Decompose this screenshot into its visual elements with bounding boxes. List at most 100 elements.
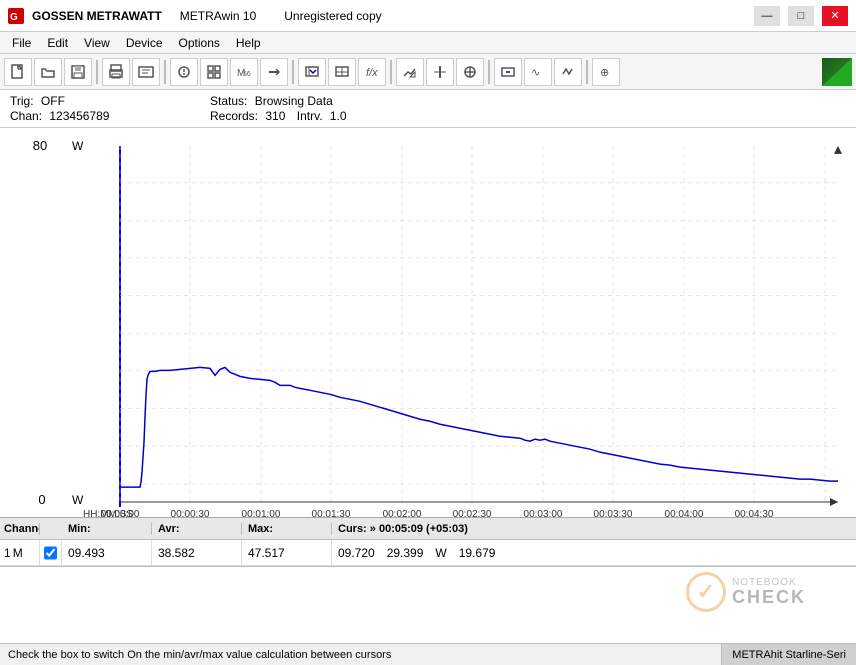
- toolbar-separator-1: [96, 60, 98, 84]
- svg-text:0: 0: [38, 492, 45, 507]
- tb-btn15[interactable]: [456, 58, 484, 86]
- tb-btn8[interactable]: M56: [230, 58, 258, 86]
- menu-view[interactable]: View: [76, 34, 118, 52]
- svg-text:00:00:30: 00:00:30: [171, 509, 210, 517]
- app-company: GOSSEN METRAWATT: [32, 9, 162, 23]
- trig-label: Trig:: [10, 94, 34, 108]
- svg-text:00:01:00: 00:01:00: [242, 509, 281, 517]
- row-checkbox[interactable]: [44, 546, 57, 560]
- cell-max: 47.517: [242, 540, 332, 565]
- curs1-value: 09.720: [338, 546, 375, 560]
- svg-text:00:02:00: 00:02:00: [383, 509, 422, 517]
- cell-avr: 38.582: [152, 540, 242, 565]
- tb-open[interactable]: [34, 58, 62, 86]
- svg-text:W: W: [72, 139, 84, 153]
- toolbar: M56 f/x ∿ ⊕: [0, 54, 856, 90]
- data-table-area: Channel: Min: Avr: Max: Curs: » 00:05:09…: [0, 518, 856, 567]
- svg-text:00:04:00: 00:04:00: [665, 509, 704, 517]
- title-bar: G GOSSEN METRAWATT METRAwin 10 Unregiste…: [0, 0, 856, 32]
- watermark: ✓ NOTEBOOK CHECK: [686, 572, 806, 612]
- cell-min: 09.493: [62, 540, 152, 565]
- svg-text:W: W: [72, 493, 84, 507]
- menu-device[interactable]: Device: [118, 34, 171, 52]
- svg-text:∿: ∿: [531, 67, 540, 79]
- watermark-brand: NOTEBOOK CHECK: [732, 577, 806, 608]
- toolbar-separator-3: [292, 60, 294, 84]
- col-header-channel: Channel:: [0, 523, 40, 535]
- status-row: Status: Browsing Data: [210, 94, 347, 108]
- svg-text:f/x: f/x: [366, 67, 378, 79]
- tb-btn7[interactable]: [200, 58, 228, 86]
- tb-print[interactable]: [102, 58, 130, 86]
- toolbar-separator-5: [488, 60, 490, 84]
- maximize-button[interactable]: □: [788, 6, 814, 26]
- trig-value: OFF: [41, 94, 65, 108]
- bottom-device-text: METRAhit Starline-Seri: [721, 644, 856, 665]
- watermark-area: ✓ NOTEBOOK CHECK: [0, 567, 856, 647]
- status-bar: Trig: OFF Chan: 123456789 Status: Browsi…: [0, 90, 856, 128]
- bottom-status-text: Check the box to switch On the min/avr/m…: [0, 649, 399, 661]
- intrv-value: 1.0: [330, 109, 347, 123]
- tb-btn14[interactable]: [426, 58, 454, 86]
- tb-btn19[interactable]: ⊕: [592, 58, 620, 86]
- logo-triangle: [822, 58, 852, 86]
- tb-btn6[interactable]: [170, 58, 198, 86]
- tb-btn17[interactable]: ∿: [524, 58, 552, 86]
- toolbar-separator-2: [164, 60, 166, 84]
- channel-m: M: [13, 546, 23, 560]
- trig-section: Trig: OFF Chan: 123456789: [10, 94, 210, 123]
- tb-btn9[interactable]: [260, 58, 288, 86]
- status-value: Browsing Data: [255, 94, 333, 108]
- status-label: Status:: [210, 94, 247, 108]
- toolbar-separator-4: [390, 60, 392, 84]
- curs3-value: 19.679: [459, 546, 496, 560]
- col-header-max: Max:: [242, 523, 332, 535]
- tb-btn18[interactable]: [554, 58, 582, 86]
- minimize-button[interactable]: —: [754, 6, 780, 26]
- svg-text:00:00:00: 00:00:00: [101, 509, 140, 517]
- tb-btn13[interactable]: [396, 58, 424, 86]
- close-button[interactable]: ✕: [822, 6, 848, 26]
- table-header-row: Channel: Min: Avr: Max: Curs: » 00:05:09…: [0, 518, 856, 540]
- records-row: Records: 310 Intrv. 1.0: [210, 109, 347, 123]
- table-row: 1 M 09.493 38.582 47.517 09.720 29.399 W…: [0, 540, 856, 566]
- svg-text:00:03:00: 00:03:00: [524, 509, 563, 517]
- svg-text:00:04:30: 00:04:30: [735, 509, 774, 517]
- curs-unit: W: [435, 546, 446, 560]
- app-icon: G: [8, 8, 24, 24]
- col-header-avr: Avr:: [152, 523, 242, 535]
- tb-btn5[interactable]: [132, 58, 160, 86]
- chan-label: Chan:: [10, 109, 42, 123]
- chan-value: 123456789: [49, 109, 109, 123]
- menu-help[interactable]: Help: [228, 34, 269, 52]
- unregistered-text: Unregistered copy: [284, 9, 381, 23]
- menu-edit[interactable]: Edit: [39, 34, 76, 52]
- cell-curs: 09.720 29.399 W 19.679: [332, 540, 856, 565]
- menu-file[interactable]: File: [4, 34, 39, 52]
- svg-text:00:03:30: 00:03:30: [594, 509, 633, 517]
- records-value: 310: [265, 109, 285, 123]
- tb-new[interactable]: [4, 58, 32, 86]
- svg-text:⊕: ⊕: [600, 67, 609, 79]
- tb-btn11[interactable]: [328, 58, 356, 86]
- menu-options[interactable]: Options: [171, 34, 228, 52]
- app-title: METRAwin 10: [180, 9, 256, 23]
- cell-channel: 1 M: [0, 540, 40, 565]
- cell-checkbox[interactable]: [40, 540, 62, 565]
- svg-text:00:02:30: 00:02:30: [453, 509, 492, 517]
- chart-container: 80 W 0 W: [0, 128, 856, 518]
- col-header-min: Min:: [62, 523, 152, 535]
- tb-save[interactable]: [64, 58, 92, 86]
- chan-row: Chan: 123456789: [10, 109, 210, 123]
- menu-bar: File Edit View Device Options Help: [0, 32, 856, 54]
- tb-btn16[interactable]: [494, 58, 522, 86]
- chart-svg: 80 W 0 W: [0, 128, 856, 517]
- intrv-label: Intrv.: [297, 109, 323, 123]
- col-header-curs: Curs: » 00:05:09 (+05:03): [332, 523, 856, 535]
- watermark-check: ✓: [686, 572, 726, 612]
- trig-row: Trig: OFF: [10, 94, 210, 108]
- svg-text:G: G: [10, 12, 18, 23]
- tb-btn12[interactable]: f/x: [358, 58, 386, 86]
- status-section: Status: Browsing Data Records: 310 Intrv…: [210, 94, 347, 123]
- tb-btn10[interactable]: [298, 58, 326, 86]
